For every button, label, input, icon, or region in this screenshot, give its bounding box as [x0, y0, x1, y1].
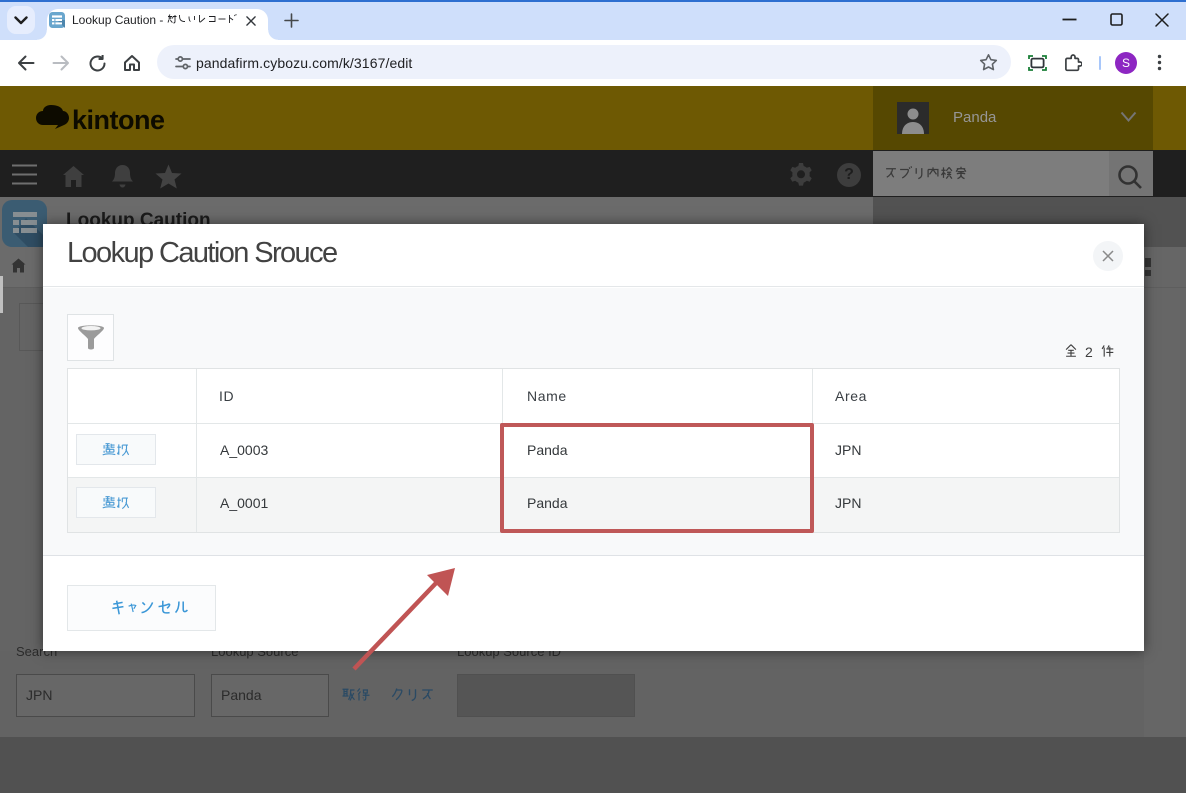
svg-text:kintone: kintone — [72, 105, 165, 135]
